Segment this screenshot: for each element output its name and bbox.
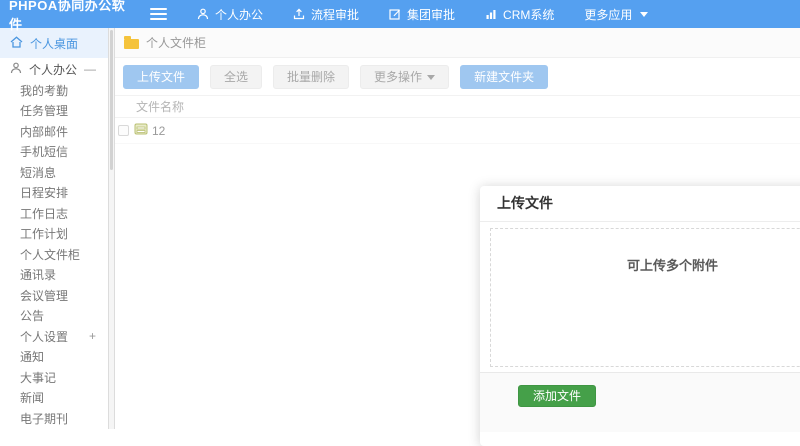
table-header: 文件名称 (115, 95, 800, 118)
expand-icon[interactable]: + (89, 329, 96, 343)
folder-icon (124, 39, 139, 49)
table-row[interactable]: 12 (115, 118, 800, 144)
topbar: PHPOA协同办公软件 个人办公 流程审批 集团审批 CRM系统 (0, 0, 800, 28)
sidebar-item-work-log[interactable]: 工作日志 (0, 203, 108, 224)
upload-dropzone[interactable]: 可上传多个附件 (490, 228, 800, 367)
sidebar-item-tasks[interactable]: 任务管理 (0, 101, 108, 122)
topnav-group-approval[interactable]: 集团审批 (389, 6, 455, 23)
select-all-button[interactable]: 全选 (210, 65, 262, 89)
top-navigation: 个人办公 流程审批 集团审批 CRM系统 更多应用 (197, 6, 648, 23)
topnav-personal-office[interactable]: 个人办公 (197, 6, 263, 23)
dropzone-hint: 可上传多个附件 (627, 258, 718, 273)
breadcrumb: 个人文件柜 (115, 28, 800, 58)
sidebar-item-announcements[interactable]: 公告 (0, 306, 108, 327)
sidebar-item-e-journal[interactable]: 电子期刊 (0, 408, 108, 429)
topnav-more-apps[interactable]: 更多应用 (584, 6, 648, 23)
chart-icon (485, 8, 497, 20)
sidebar-item-news[interactable]: 新闻 (0, 388, 108, 409)
upload-file-button[interactable]: 上传文件 (123, 65, 199, 89)
sidebar-item-notices[interactable]: 通知 (0, 347, 108, 368)
archive-folder-icon (134, 123, 148, 138)
user-icon (197, 8, 209, 20)
sidebar-item-contacts[interactable]: 通讯录 (0, 265, 108, 286)
topnav-crm[interactable]: CRM系统 (485, 6, 554, 23)
new-folder-button[interactable]: 新建文件夹 (460, 65, 548, 89)
caret-down-icon (427, 75, 435, 80)
sidebar: 个人桌面 个人办公 — 我的考勤 任务管理 内部邮件 手机短信 短消息 日程安排… (0, 28, 108, 429)
caret-down-icon (640, 12, 648, 17)
dialog-body: 可上传多个附件 (480, 222, 800, 372)
sidebar-scrollbar[interactable] (108, 28, 115, 429)
app-logo: PHPOA协同办公软件 (0, 0, 138, 33)
collapse-icon[interactable]: — (84, 62, 96, 76)
process-icon (293, 8, 305, 20)
sidebar-item-sms[interactable]: 手机短信 (0, 142, 108, 163)
batch-delete-button[interactable]: 批量删除 (273, 65, 349, 89)
sidebar-item-attendance[interactable]: 我的考勤 (0, 80, 108, 101)
sidebar-item-memorabilia[interactable]: 大事记 (0, 367, 108, 388)
menu-toggle-icon[interactable] (150, 8, 167, 20)
dialog-title: 上传文件 (480, 186, 800, 222)
scrollbar-thumb[interactable] (110, 30, 113, 170)
row-checkbox[interactable] (118, 125, 129, 136)
sidebar-item-file-cabinet[interactable]: 个人文件柜 (0, 244, 108, 265)
sidebar-group-personal-office[interactable]: 个人办公 — (0, 58, 108, 80)
file-name: 12 (152, 124, 165, 138)
sidebar-item-personal-settings[interactable]: 个人设置 + (0, 326, 108, 347)
user-icon (10, 62, 22, 77)
sidebar-item-short-message[interactable]: 短消息 (0, 162, 108, 183)
column-file-name: 文件名称 (136, 98, 184, 115)
add-file-button[interactable]: 添加文件 (518, 385, 596, 407)
sidebar-item-internal-mail[interactable]: 内部邮件 (0, 121, 108, 142)
home-icon (10, 36, 23, 51)
more-operations-button[interactable]: 更多操作 (360, 65, 449, 89)
topnav-process-approval[interactable]: 流程审批 (293, 6, 359, 23)
edit-icon (389, 8, 401, 20)
sidebar-item-schedule[interactable]: 日程安排 (0, 183, 108, 204)
sidebar-item-meetings[interactable]: 会议管理 (0, 285, 108, 306)
upload-dialog: 上传文件 可上传多个附件 添加文件 (480, 186, 800, 446)
toolbar: 上传文件 全选 批量删除 更多操作 新建文件夹 (115, 62, 800, 92)
sidebar-group-label: 个人办公 (29, 61, 77, 78)
breadcrumb-label: 个人文件柜 (146, 34, 206, 51)
sidebar-item-label: 个人桌面 (30, 35, 78, 52)
dialog-footer: 添加文件 (480, 372, 800, 432)
sidebar-item-work-plan[interactable]: 工作计划 (0, 224, 108, 245)
